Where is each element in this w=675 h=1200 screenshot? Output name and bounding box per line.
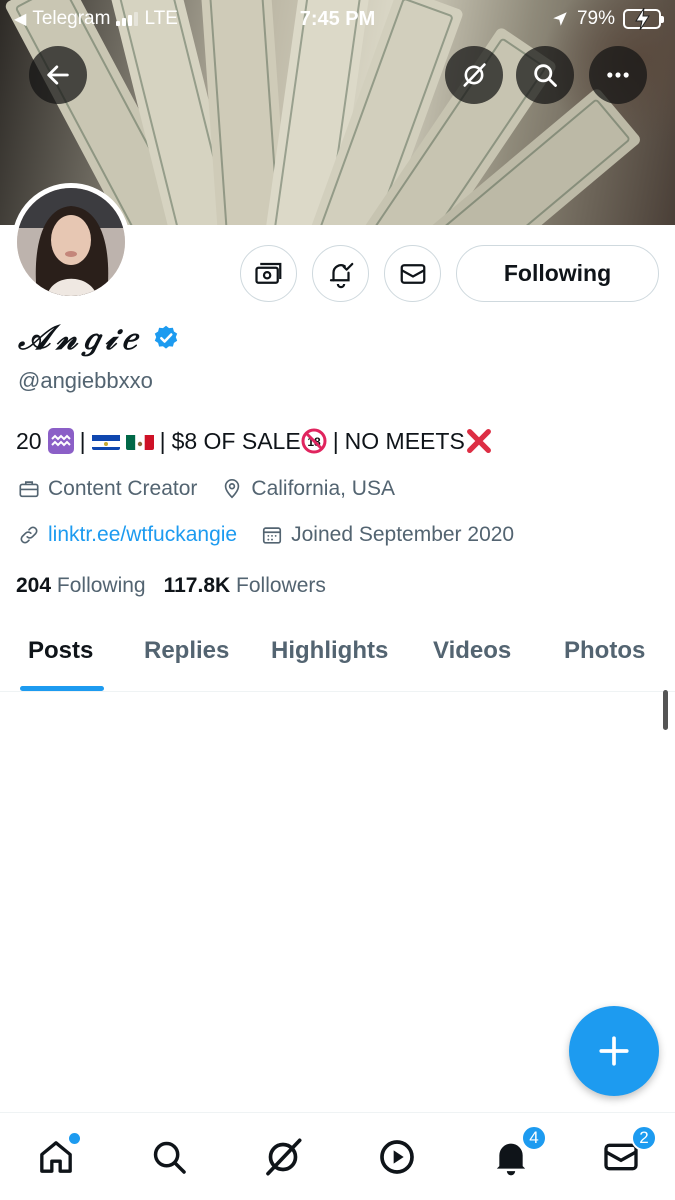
bio-meets-text: NO MEETS [344,427,465,454]
followers-count-link[interactable]: 117.8K Followers [164,574,326,598]
bell-check-icon [329,262,353,288]
profile-meta-row: linktr.ee/wtfuckangie Joined September 2… [18,523,538,547]
active-tab-indicator [20,686,104,691]
profile-tabs: Posts Replies Highlights Videos Photos [0,615,675,692]
more-dots-icon [607,72,629,78]
location-label: California, USA [251,477,395,500]
calendar-icon [263,527,282,544]
search-button[interactable] [516,46,574,104]
nav-videos[interactable] [375,1135,419,1179]
following-count-link[interactable]: 204 Following [16,574,146,598]
bio: 20 | | $8 OF SALE 18 | NO MEETS [16,427,493,455]
link-icon [20,526,38,544]
envelope-icon [400,263,425,284]
follow-counts: 204 Following 117.8K Followers [16,574,326,598]
message-button[interactable] [384,245,441,302]
grok-button[interactable] [445,46,503,104]
tab-posts[interactable]: Posts [28,637,93,665]
no-under-18-icon: 18 [301,428,327,454]
battery-percent: 79% [576,8,615,29]
notifications-badge: 4 [521,1125,547,1151]
website-link[interactable]: linktr.ee/wtfuckangie [48,523,237,547]
money-icon [254,262,281,284]
bio-separator: | [159,427,166,454]
nav-notifications[interactable]: 4 [489,1125,547,1179]
bio-age: 20 [16,427,42,454]
tab-highlights[interactable]: Highlights [271,637,388,665]
location-arrow-icon [553,12,567,26]
nav-home[interactable] [34,1133,80,1179]
back-button[interactable] [29,46,87,104]
compose-post-button[interactable] [569,1006,659,1096]
profile-meta-row: Content Creator California, USA [18,477,419,501]
grok-icon [266,1138,302,1176]
more-options-button[interactable] [589,46,647,104]
location-pin-icon [225,479,240,499]
tab-replies[interactable]: Replies [144,637,229,665]
display-name: 𝒜𝓃𝑔𝒾𝑒 [18,318,143,358]
messages-badge: 2 [631,1125,657,1151]
followers-count: 117.8K [163,574,231,597]
following-count: 204 [16,574,52,597]
nav-search[interactable] [147,1135,191,1179]
verified-badge-icon[interactable] [152,324,180,352]
grok-icon [463,63,486,87]
website-item[interactable]: linktr.ee/wtfuckangie [18,523,237,547]
category-item: Content Creator [18,477,197,501]
bio-separator: | [79,427,86,454]
search-icon [534,64,557,87]
joined-label: Joined September 2020 [291,523,515,546]
following-button[interactable]: Following [456,245,659,302]
notifications-toggle-button[interactable] [312,245,369,302]
tab-photos[interactable]: Photos [564,637,645,665]
home-unread-dot [69,1133,80,1144]
avatar-photo [17,188,125,296]
plus-icon [599,1036,629,1066]
category-label: Content Creator [48,477,198,500]
tab-videos[interactable]: Videos [433,637,511,665]
subscribe-tip-button[interactable] [240,245,297,302]
nav-messages[interactable]: 2 [599,1125,657,1179]
bio-separator: | [332,427,339,454]
nav-grok[interactable] [261,1135,305,1179]
scrollbar[interactable] [663,690,668,730]
joined-item: Joined September 2020 [261,523,514,547]
el-salvador-flag [91,432,120,450]
bio-sale-text: $8 OF SALE [171,427,301,454]
briefcase-icon [19,481,39,498]
battery-icon [623,8,664,30]
mexico-flag [125,432,154,450]
back-arrow-icon [47,65,69,85]
bottom-nav: 4 2 [0,1112,675,1200]
search-icon [153,1141,186,1174]
handle: @angiebbxxo [18,368,153,393]
followers-label: Followers [236,574,326,597]
status-bar: ◀ Telegram LTE 7:45 PM 79% [0,0,675,36]
location-item: California, USA [221,477,395,501]
name-row: 𝒜𝓃𝑔𝒾𝑒 [18,318,180,358]
avatar[interactable] [12,183,130,301]
aquarius-icon [47,428,74,454]
play-circle-icon [380,1140,414,1174]
cross-mark-icon [466,429,491,453]
home-icon [40,1141,72,1173]
following-label: Following [56,574,146,597]
